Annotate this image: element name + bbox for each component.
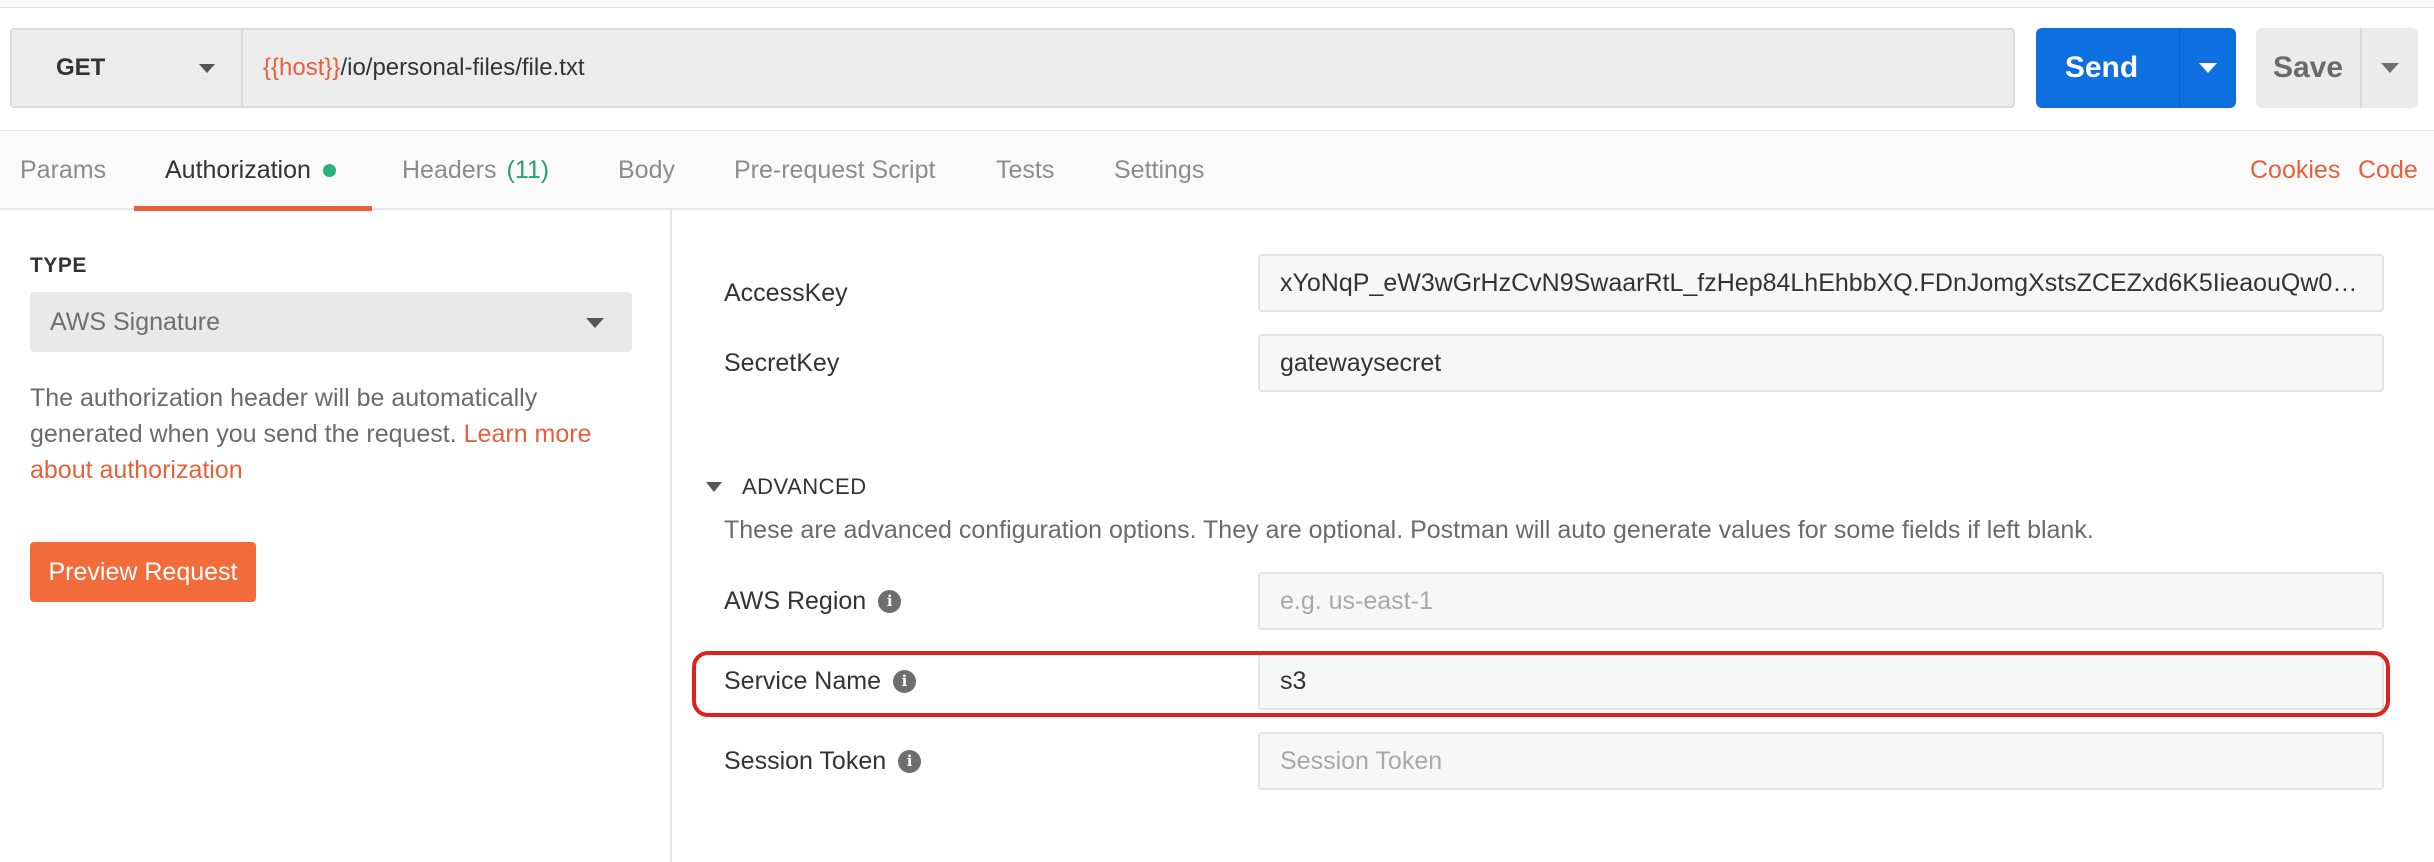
info-icon[interactable]: i (878, 589, 902, 613)
advanced-description: These are advanced configuration options… (724, 516, 2094, 544)
url-path: /io/personal-files/file.txt (340, 54, 585, 81)
auth-description-text: The authorization header will be automat… (30, 384, 538, 448)
aws-region-label: AWS Region (724, 586, 867, 615)
advanced-title: ADVANCED (742, 474, 867, 499)
secret-key-value: gatewaysecret (1280, 348, 1442, 377)
preview-request-button[interactable]: Preview Request (30, 542, 256, 602)
tab-label: Settings (1114, 155, 1205, 184)
secret-key-label: SecretKey (724, 348, 840, 377)
tab-params[interactable]: Params (20, 131, 106, 209)
session-token-row-label: Session Token i (724, 732, 922, 790)
save-button[interactable]: Save (2256, 28, 2362, 108)
tab-headers[interactable]: Headers (11) (402, 131, 549, 209)
aws-region-input[interactable]: e.g. us-east-1 (1258, 572, 2384, 630)
tab-authorization[interactable]: Authorization (165, 131, 336, 209)
top-strip (0, 0, 2434, 8)
tab-label: Headers (402, 155, 497, 184)
auth-type-select[interactable]: AWS Signature (30, 292, 632, 352)
request-tabs: Params Authorization Headers (11) Body P… (0, 130, 2434, 211)
tab-label: Params (20, 155, 107, 184)
url-host-variable: {{host}} (263, 54, 341, 81)
method-label: GET (56, 54, 106, 81)
send-button[interactable]: Send (2036, 28, 2180, 108)
session-token-input[interactable]: Session Token (1258, 732, 2384, 790)
session-token-placeholder: Session Token (1280, 746, 1443, 775)
tab-settings[interactable]: Settings (1114, 131, 1204, 209)
url-bar: GET {{host}}/io/personal-files/file.txt (10, 28, 2015, 108)
headers-count: (11) (506, 155, 550, 184)
chevron-down-icon (586, 318, 604, 328)
info-icon[interactable]: i (898, 749, 922, 773)
aws-region-row-label: AWS Region i (724, 572, 902, 630)
caret-down-icon (706, 482, 722, 492)
type-heading: TYPE (30, 254, 87, 277)
access-key-label: AccessKey (724, 278, 848, 307)
url-input[interactable]: {{host}}/io/personal-files/file.txt (243, 30, 2013, 106)
tab-label: Pre-request Script (734, 155, 936, 184)
save-options-button[interactable] (2362, 28, 2418, 108)
caret-down-icon (2381, 63, 2399, 73)
session-token-label: Session Token (724, 746, 887, 775)
method-select[interactable]: GET (12, 30, 243, 106)
cookies-link[interactable]: Cookies (2250, 131, 2340, 209)
aws-region-placeholder: e.g. us-east-1 (1280, 586, 1433, 615)
save-button-group: Save (2256, 28, 2418, 108)
secret-key-input[interactable]: gatewaysecret (1258, 334, 2384, 392)
access-key-value: xYoNqP_eW3wGrHzCvN9SwaarRtL_fzHep84LhEhb… (1280, 268, 2362, 297)
advanced-toggle[interactable]: ADVANCED (706, 474, 867, 500)
service-name-highlight-annotation (692, 651, 2390, 717)
status-dot-icon (322, 163, 336, 177)
auth-type-panel: TYPE AWS Signature The authorization hea… (0, 210, 672, 862)
send-options-button[interactable] (2180, 28, 2236, 108)
access-key-input[interactable]: xYoNqP_eW3wGrHzCvN9SwaarRtL_fzHep84LhEhb… (1258, 254, 2384, 312)
tab-label: Tests (996, 155, 1055, 184)
tab-label: Authorization (165, 155, 311, 184)
auth-type-value: AWS Signature (50, 307, 220, 336)
code-link[interactable]: Code (2358, 131, 2418, 209)
send-button-group: Send (2036, 28, 2236, 108)
tab-pre-request-script[interactable]: Pre-request Script (734, 131, 935, 209)
caret-down-icon (2199, 63, 2217, 73)
tab-body[interactable]: Body (618, 131, 675, 209)
tab-label: Body (618, 155, 675, 184)
tab-tests[interactable]: Tests (996, 131, 1054, 209)
auth-description: The authorization header will be automat… (30, 380, 640, 488)
chevron-down-icon (199, 64, 215, 73)
